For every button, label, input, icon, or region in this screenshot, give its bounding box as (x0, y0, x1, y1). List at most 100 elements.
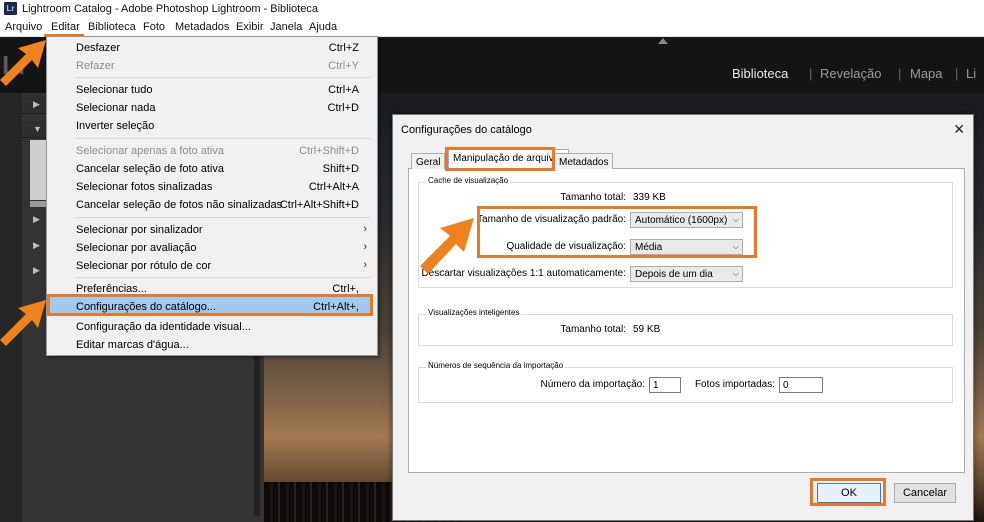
menu-editar[interactable]: Editar (51, 21, 80, 33)
menu-item-preferencias[interactable]: Preferências... Ctrl+, (47, 280, 377, 298)
module-biblioteca[interactable]: Biblioteca (732, 66, 788, 81)
module-separator: | (809, 66, 813, 81)
active-tab-highlight (445, 147, 555, 171)
module-mapa[interactable]: Mapa (910, 66, 943, 81)
menu-item-selecionar-tudo[interactable]: Selecionar tudo Ctrl+A (47, 81, 377, 99)
import-number-input[interactable]: 1 (649, 377, 681, 393)
window-title-bar: Lr Lightroom Catalog - Adobe Photoshop L… (0, 0, 984, 18)
panel-triangle-icon[interactable]: ▶ (33, 240, 40, 251)
menu-item-selecionar-por-sinalizador[interactable]: Selecionar por sinalizador › (47, 221, 377, 239)
window-title: Lightroom Catalog - Adobe Photoshop Ligh… (22, 3, 318, 15)
import-sequence-group-label: Números de sequência da importação (426, 361, 566, 370)
module-separator: | (898, 66, 902, 81)
menu-item-identidade-visual[interactable]: Configuração da identidade visual... (47, 318, 377, 336)
imported-photos-input[interactable]: 0 (779, 377, 823, 393)
menu-item-label: Selecionar por sinalizador (76, 224, 203, 236)
cache-group-label: Cache de visualização (426, 176, 511, 185)
menu-item-label: Configuração da identidade visual... (76, 321, 251, 333)
menu-item-selecionar-por-avaliacao[interactable]: Selecionar por avaliação › (47, 239, 377, 257)
menu-item-shortcut: Ctrl+Alt+Shift+D (279, 199, 359, 211)
module-separator: | (955, 66, 959, 81)
orange-arrow-icon (0, 40, 46, 86)
menu-separator (75, 217, 371, 218)
menu-item-shortcut: Ctrl+, (332, 283, 359, 295)
menu-item-label: Preferências... (76, 283, 147, 295)
menu-item-configuracoes-catalogo[interactable]: Configurações do catálogo... Ctrl+Alt+, (47, 298, 377, 316)
menu-item-shortcut: Ctrl+Y (328, 60, 359, 72)
menu-separator (75, 138, 371, 139)
menu-bar: Arquivo Editar Biblioteca Foto Metadados… (0, 18, 984, 55)
menu-biblioteca[interactable]: Biblioteca (88, 21, 136, 33)
menu-item-shortcut: Ctrl+Shift+D (299, 145, 359, 157)
menu-item-desfazer[interactable]: Desfazer Ctrl+Z (47, 39, 377, 57)
menu-item-label: Desfazer (76, 42, 121, 54)
menu-item-label: Cancelar seleção de fotos não sinalizada… (76, 199, 283, 211)
menu-item-label: Selecionar por avaliação (76, 242, 197, 254)
menu-separator (75, 277, 371, 278)
menu-item-shortcut: Ctrl+A (328, 84, 359, 96)
menu-item-refazer: Refazer Ctrl+Y (47, 57, 377, 75)
menu-ajuda[interactable]: Ajuda (309, 21, 337, 33)
menu-item-label: Selecionar nada (76, 102, 156, 114)
submenu-arrow-icon: › (363, 223, 367, 235)
tab-metadados[interactable]: Metadados (554, 153, 614, 169)
panel-triangle-icon[interactable]: ▼ (33, 124, 42, 134)
menu-item-shortcut: Ctrl+Z (328, 42, 359, 54)
menu-item-label: Selecionar por rótulo de cor (76, 260, 212, 272)
import-number-label: Número da importação: (540, 379, 646, 390)
menu-item-shortcut: Shift+D (322, 163, 359, 175)
menu-item-shortcut: Ctrl+D (327, 102, 359, 114)
menu-item-label: Editar marcas d'água... (76, 339, 189, 351)
module-revelacao[interactable]: Revelação (820, 66, 881, 81)
module-livro[interactable]: Li (966, 66, 976, 81)
lightroom-app-icon: Lr (4, 2, 17, 15)
imported-photos-label: Fotos importadas: (694, 379, 775, 390)
cache-total-label: Tamanho total: (560, 192, 626, 203)
smart-total-value: 59 KB (633, 324, 661, 335)
menu-item-inverter-selecao[interactable]: Inverter seleção (47, 117, 377, 135)
panel-triangle-icon[interactable]: ▶ (33, 265, 40, 276)
menu-foto[interactable]: Foto (143, 21, 165, 33)
preview-settings-highlight (477, 206, 757, 258)
cancel-button[interactable]: Cancelar (894, 483, 956, 503)
submenu-arrow-icon: › (363, 259, 367, 271)
close-icon[interactable]: ✕ (953, 121, 965, 138)
chevron-down-icon: ⌵ (732, 269, 739, 278)
menu-arquivo[interactable]: Arquivo (5, 21, 42, 33)
menu-separator (75, 77, 371, 78)
panel-collapse-icon[interactable] (658, 38, 668, 44)
menu-item-label: Configurações do catálogo... (76, 301, 217, 313)
dialog-title: Configurações do catálogo (401, 124, 532, 136)
discard-previews-value: Depois de um dia (635, 269, 713, 280)
smart-total-label: Tamanho total: (560, 324, 626, 335)
catalog-settings-dialog: Configurações do catálogo ✕ Geral Manipu… (392, 114, 974, 521)
menu-item-label: Selecionar tudo (76, 84, 153, 96)
panel-triangle-icon[interactable]: ▶ (33, 99, 40, 110)
menu-item-shortcut: Ctrl+Alt+, (313, 301, 359, 313)
ok-button-highlight (810, 478, 886, 506)
cache-total-value: 339 KB (633, 192, 666, 203)
editar-dropdown-menu: Desfazer Ctrl+Z Refazer Ctrl+Y Seleciona… (46, 36, 378, 356)
orange-arrow-icon (0, 300, 46, 346)
menu-item-label: Selecionar apenas a foto ativa (76, 145, 224, 157)
menu-exibir[interactable]: Exibir (236, 21, 264, 33)
discard-previews-select[interactable]: Depois de um dia ⌵ (630, 266, 743, 282)
menu-item-selecionar-sinalizadas[interactable]: Selecionar fotos sinalizadas Ctrl+Alt+A (47, 178, 377, 196)
submenu-arrow-icon: › (363, 241, 367, 253)
menu-item-label: Cancelar seleção de foto ativa (76, 163, 224, 175)
menu-item-selecionar-nada[interactable]: Selecionar nada Ctrl+D (47, 99, 377, 117)
smart-previews-group-label: Visualizações inteligentes (426, 308, 522, 317)
menu-metadados[interactable]: Metadados (175, 21, 229, 33)
menu-item-cancelar-nao-sinalizadas[interactable]: Cancelar seleção de fotos não sinalizada… (47, 196, 377, 214)
menu-item-label: Selecionar fotos sinalizadas (76, 181, 213, 193)
menu-item-selecionar-foto-ativa: Selecionar apenas a foto ativa Ctrl+Shif… (47, 142, 377, 160)
menu-item-label: Refazer (76, 60, 115, 72)
menu-item-selecionar-por-rotulo[interactable]: Selecionar por rótulo de cor › (47, 257, 377, 275)
orange-arrow-icon (420, 218, 474, 274)
menu-item-shortcut: Ctrl+Alt+A (308, 181, 359, 193)
tab-geral[interactable]: Geral (411, 153, 446, 169)
menu-item-marcas-dagua[interactable]: Editar marcas d'água... (47, 336, 377, 354)
menu-item-cancelar-foto-ativa[interactable]: Cancelar seleção de foto ativa Shift+D (47, 160, 377, 178)
panel-triangle-icon[interactable]: ▶ (33, 214, 40, 225)
menu-janela[interactable]: Janela (270, 21, 302, 33)
